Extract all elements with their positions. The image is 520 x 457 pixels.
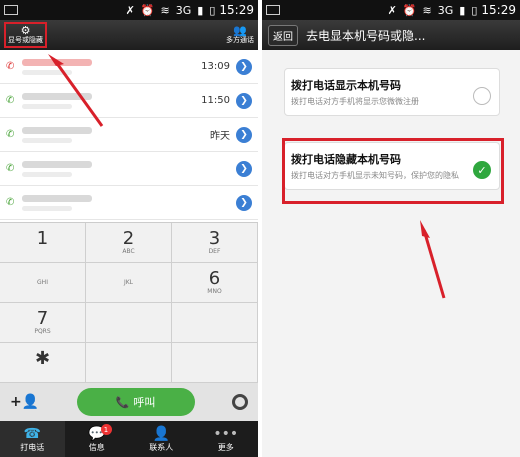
call-icon: ✆ [6,163,15,174]
dial-key-1[interactable]: 1 [0,223,86,263]
option-show-number[interactable]: 拨打电话显示本机号码 拨打电话对方手机将显示您微微注册 [284,68,500,116]
annotation-arrow-right [420,220,446,299]
signal-icon: ▮ [459,3,466,17]
multi-call-button[interactable]: 👥 多方通话 [226,25,254,45]
call-time: 昨天 [210,131,230,142]
bottom-tab-bar: ☎ 打电话 💬 1 信息 👤 联系人 ••• 更多 [0,421,258,457]
tab-label: 打电话 [20,442,45,452]
screenshot-icon [266,5,280,15]
dial-key-3[interactable]: 3 DEF [172,223,258,263]
delete-icon[interactable] [231,394,248,410]
call-icon: ✆ [6,95,15,106]
status-time: 15:29 [481,3,516,17]
multi-call-label: 多方通话 [226,36,254,44]
gear-icon: ⚙ [20,24,31,37]
left-screen: ✗ ⏰ ≋ 3G ▮ ▯ 15:29 ⚙ 显号或隐藏 👥 多方通话 ✆ 13:0… [0,0,258,457]
call-log-list: ✆ 13:09 ❯ ✆ 11:50 ❯ ✆ 昨天 ❯ ✆ ❯ ✆ ❯ [0,50,258,222]
call-log-row[interactable]: ✆ 13:09 ❯ [0,50,258,84]
dial-pad: 1 2 ABC 3 DEF GHI JKL 6 MNO 7 PQRS ✱ [0,222,258,383]
tab-more[interactable]: ••• 更多 [194,421,259,457]
dialpad-icon: ☎ [23,425,41,442]
alarm-icon: ⏰ [140,3,155,17]
screenshot-icon [4,5,18,15]
alarm-icon: ⏰ [402,3,417,17]
wifi-icon: ≋ [160,3,170,17]
dial-key-5[interactable]: JKL [86,263,172,303]
tab-label: 联系人 [149,442,174,452]
mute-icon: ✗ [387,3,397,17]
signal-icon: ▮ [197,3,204,17]
call-icon: ✆ [6,129,15,140]
mute-icon: ✗ [125,3,135,17]
dialer-topbar: ⚙ 显号或隐藏 👥 多方通话 [0,20,258,50]
dial-key-hash[interactable] [172,343,258,383]
dial-key-7[interactable]: 7 PQRS [0,303,86,343]
settings-topbar: 返回 去电显本机号码或隐... [262,20,520,50]
wifi-icon: ≋ [422,3,432,17]
chevron-right-icon[interactable]: ❯ [236,92,252,109]
network-label: 3G [437,3,454,17]
hide-number-button[interactable]: ⚙ 显号或隐藏 [4,22,47,48]
annotation-arrow-left [48,54,104,127]
tab-label: 更多 [217,442,234,452]
page-title: 去电显本机号码或隐... [306,28,426,43]
call-log-row[interactable]: ✆ 昨天 ❯ [0,118,258,152]
contact-icon: 👤 [152,425,170,442]
chevron-right-icon[interactable]: ❯ [236,126,252,143]
call-button-label: 呼叫 [133,396,156,409]
radio-unchecked-icon[interactable] [473,87,491,105]
call-time: 13:09 [201,61,230,72]
network-label: 3G [175,3,192,17]
tab-label: 信息 [88,442,105,452]
tab-messages[interactable]: 💬 1 信息 [65,421,130,457]
more-icon: ••• [213,425,239,442]
option-desc: 拨打电话对方手机将显示您微微注册 [291,97,419,106]
battery-icon: ▯ [209,3,216,17]
dial-key-4[interactable]: GHI [0,263,86,303]
unread-badge: 1 [100,424,112,435]
add-contact-button[interactable]: +👤 [10,394,39,410]
dial-action-bar: +👤 📞 呼叫 [0,383,258,421]
chevron-right-icon[interactable]: ❯ [236,58,252,75]
chevron-right-icon[interactable]: ❯ [236,160,252,177]
dial-key-6[interactable]: 6 MNO [172,263,258,303]
annotation-highlight-box [282,138,504,204]
status-time: 15:29 [219,3,254,17]
dial-key-9[interactable] [172,303,258,343]
call-log-row[interactable]: ✆ 11:50 ❯ [0,84,258,118]
chevron-right-icon[interactable]: ❯ [236,194,252,211]
status-bar: ✗ ⏰ ≋ 3G ▮ ▯ 15:29 [0,0,258,20]
people-icon: 👥 [233,24,247,37]
hide-number-label: 显号或隐藏 [8,36,43,44]
call-icon: ✆ [6,197,15,208]
dial-key-0[interactable] [86,343,172,383]
right-screen: ✗ ⏰ ≋ 3G ▮ ▯ 15:29 返回 去电显本机号码或隐... 拨打电话显… [262,0,520,457]
option-title: 拨打电话显示本机号码 [291,79,401,92]
call-button[interactable]: 📞 呼叫 [76,388,195,416]
status-bar: ✗ ⏰ ≋ 3G ▮ ▯ 15:29 [262,0,520,20]
dial-key-star[interactable]: ✱ [0,343,86,383]
dial-key-2[interactable]: 2 ABC [86,223,172,263]
back-button[interactable]: 返回 [268,24,298,46]
battery-icon: ▯ [471,3,478,17]
tab-contacts[interactable]: 👤 联系人 [129,421,194,457]
call-log-row[interactable]: ✆ ❯ [0,152,258,186]
call-time: 11:50 [201,95,230,106]
dial-key-8[interactable] [86,303,172,343]
call-log-row[interactable]: ✆ ❯ [0,186,258,220]
missed-call-icon: ✆ [6,61,15,72]
phone-icon: 📞 [115,395,130,409]
tab-dial[interactable]: ☎ 打电话 [0,421,65,457]
